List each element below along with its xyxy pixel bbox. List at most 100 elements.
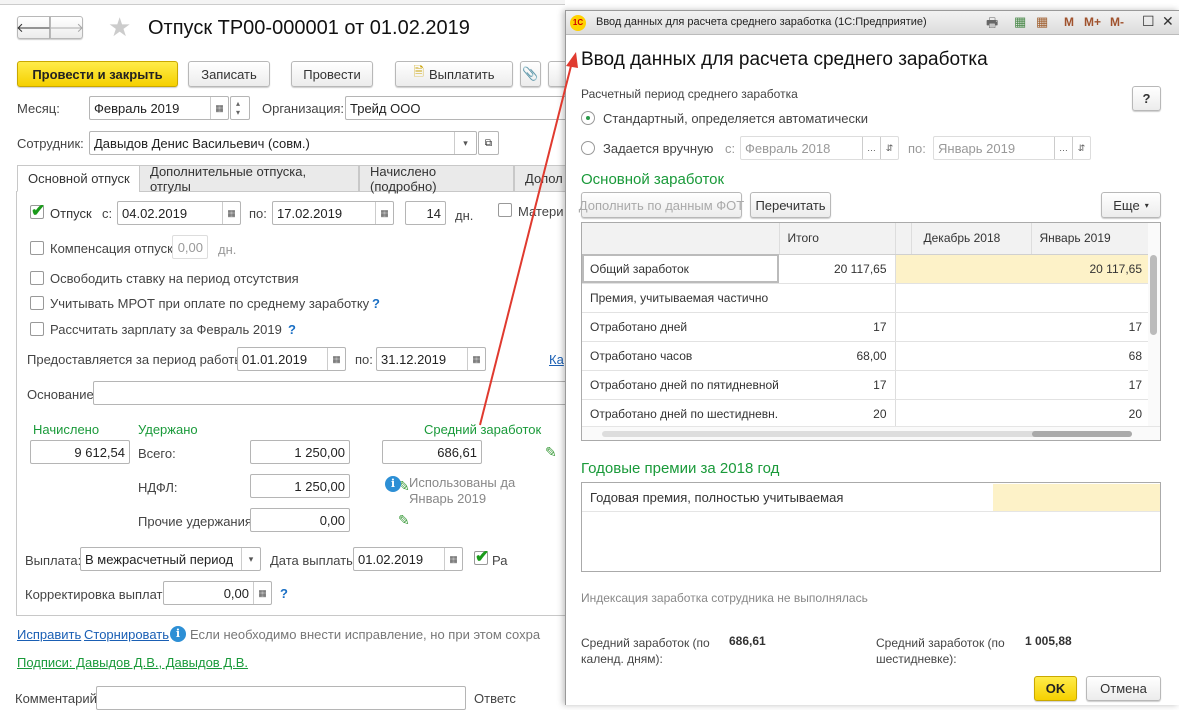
table-row[interactable]: Отработано дней 17 17 [582,312,1150,342]
payout-checkbox[interactable] [474,547,489,567]
fix-link[interactable]: Исправить [17,627,81,642]
memory-plus-button[interactable]: M+ [1084,15,1101,29]
calc-salary-checkbox[interactable] [30,322,44,336]
print-icon[interactable]: 🖶 [986,14,998,36]
free-rate-checkbox[interactable] [30,271,44,285]
row-dec[interactable] [911,254,1031,284]
spinner-icon[interactable]: ⇵ [880,137,898,159]
row-jan[interactable]: 17 [1031,370,1150,400]
compensation-input[interactable]: 0,00 [172,235,208,259]
col-jan-2019[interactable]: Январь 2019 [1031,223,1151,255]
period-to-input[interactable]: Январь 2019 … ⇵ [933,136,1091,160]
period-from-input[interactable]: Февраль 2018 … ⇵ [740,136,899,160]
compensation-checkbox[interactable] [30,241,44,255]
open-employee-icon[interactable]: ⧉ [478,131,499,155]
col-name[interactable] [582,223,780,255]
scroll-thumb[interactable] [1032,431,1132,437]
month-input[interactable]: Февраль 2019 ▦ [89,96,229,120]
row-jan[interactable]: 20 [1031,399,1150,429]
maternity-checkbox[interactable] [498,203,512,217]
col-total[interactable]: Итого [779,223,896,255]
edit-avg-pencil-icon[interactable]: ✎ [545,444,557,461]
row-jan[interactable]: 20 117,65 [1031,254,1150,284]
period-from-input[interactable]: 01.01.2019 ▦ [237,347,346,371]
tab-accrued-detailed[interactable]: Начислено (подробно) [359,164,514,194]
basis-input[interactable] [93,381,573,405]
vacation-from-input[interactable]: 04.02.2019 ▦ [117,201,241,225]
memory-m-button[interactable]: M [1064,15,1074,29]
table-row[interactable]: Премия, учитываемая частично [582,283,1150,313]
back-button[interactable]: 🡐 [16,16,51,39]
calc-salary-help-icon[interactable]: ? [288,322,296,337]
period-to-input[interactable]: 31.12.2019 ▦ [376,347,486,371]
maximize-icon[interactable]: ☐ [1142,13,1155,30]
row-jan[interactable]: 68 [1031,341,1150,371]
comment-input[interactable] [96,686,466,710]
dialog-titlebar[interactable]: 1С Ввод данных для расчета среднего зара… [566,11,1179,35]
correction-input[interactable]: 0,00 ▦ [163,581,272,605]
radio-manual[interactable] [581,141,595,155]
bonus-table[interactable]: Годовая премия, полностью учитываемая [581,482,1161,572]
dropdown-icon[interactable]: ▾ [454,132,476,154]
tab-main-vacation[interactable]: Основной отпуск [17,165,141,192]
calendar-icon[interactable]: ▦ [444,548,462,570]
ok-button[interactable]: OK [1034,676,1077,701]
post-button[interactable]: Провести [291,61,373,87]
row-dec[interactable] [911,341,1031,371]
org-input[interactable]: Трейд ООО [345,96,570,120]
calculator-icon[interactable]: ▦ [253,582,271,604]
calendar-icon[interactable]: ▦ [1036,14,1048,30]
row-jan[interactable] [1031,283,1150,313]
period-link[interactable]: Ка [549,352,564,367]
table-row[interactable]: Отработано часов 68,00 68 [582,341,1150,371]
table-row[interactable]: Годовая премия, полностью учитываемая [582,483,1160,512]
storno-link[interactable]: Сторнировать [84,627,169,642]
scroll-thumb[interactable] [1150,255,1157,335]
calculator-icon[interactable]: ▦ [1014,14,1026,30]
close-icon[interactable]: ✕ [1162,13,1174,30]
table-row[interactable]: Отработано дней по шестидневн... 20 20 [582,399,1150,429]
mrot-help-icon[interactable]: ? [372,296,380,311]
calendar-icon[interactable]: ▦ [375,202,393,224]
correction-help-icon[interactable]: ? [280,586,288,601]
calendar-icon[interactable]: ▦ [210,97,228,119]
mrot-checkbox[interactable] [30,296,44,310]
select-icon[interactable]: … [862,137,880,159]
row-jan[interactable]: 17 [1031,312,1150,342]
bonus-value-cell[interactable] [993,484,1160,511]
more-button[interactable]: Еще ▾ [1101,192,1161,218]
employee-input[interactable]: Давыдов Денис Васильевич (совм.) ▾ [89,131,477,155]
vertical-scrollbar[interactable] [1148,223,1160,426]
month-spinner[interactable]: ▴ ▾ [230,96,250,120]
table-row[interactable]: Общий заработок 20 117,65 20 117,65 [582,254,1150,284]
attach-icon[interactable]: 📎 [520,61,541,87]
radio-auto[interactable] [581,111,595,125]
post-close-button[interactable]: Провести и закрыть [17,61,178,87]
vacation-days-input[interactable]: 14 [405,201,446,225]
tab-additional-vacations[interactable]: Дополнительные отпуска, отгулы [139,164,359,194]
save-button[interactable]: Записать [188,61,270,87]
payout-select[interactable]: В межрасчетный период ▾ [80,547,261,571]
reread-button[interactable]: Перечитать [750,192,831,218]
calendar-icon[interactable]: ▦ [327,348,345,370]
calendar-icon[interactable]: ▦ [467,348,485,370]
row-dec[interactable] [911,312,1031,342]
payout-date-input[interactable]: 01.02.2019 ▦ [353,547,463,571]
signatures-link[interactable]: Подписи: Давыдов Д.В., Давыдов Д.В. [17,655,248,670]
table-row[interactable]: Отработано дней по пятидневной... 17 17 [582,370,1150,400]
vacation-checkbox[interactable] [30,201,45,221]
select-icon[interactable]: … [1054,137,1072,159]
calendar-icon[interactable]: ▦ [222,202,240,224]
pay-button[interactable]: 🗎 Выплатить [395,61,513,87]
col-dec-2018[interactable]: Декабрь 2018 [911,223,1032,255]
earnings-table[interactable]: Итого Декабрь 2018 Январь 2019 Общий зар… [581,222,1161,441]
cancel-button[interactable]: Отмена [1086,676,1161,701]
favorite-star-icon[interactable]: ★ [108,12,131,43]
help-button[interactable]: ? [1132,86,1161,111]
fill-from-fot-button[interactable]: Дополнить по данным ФОТ [579,192,744,218]
vacation-to-input[interactable]: 17.02.2019 ▦ [272,201,394,225]
memory-minus-button[interactable]: M- [1110,15,1124,29]
edit-other-pencil-icon[interactable]: ✎ [398,512,410,529]
forward-button[interactable]: 🡒 [49,16,84,39]
row-dec[interactable] [911,399,1031,429]
